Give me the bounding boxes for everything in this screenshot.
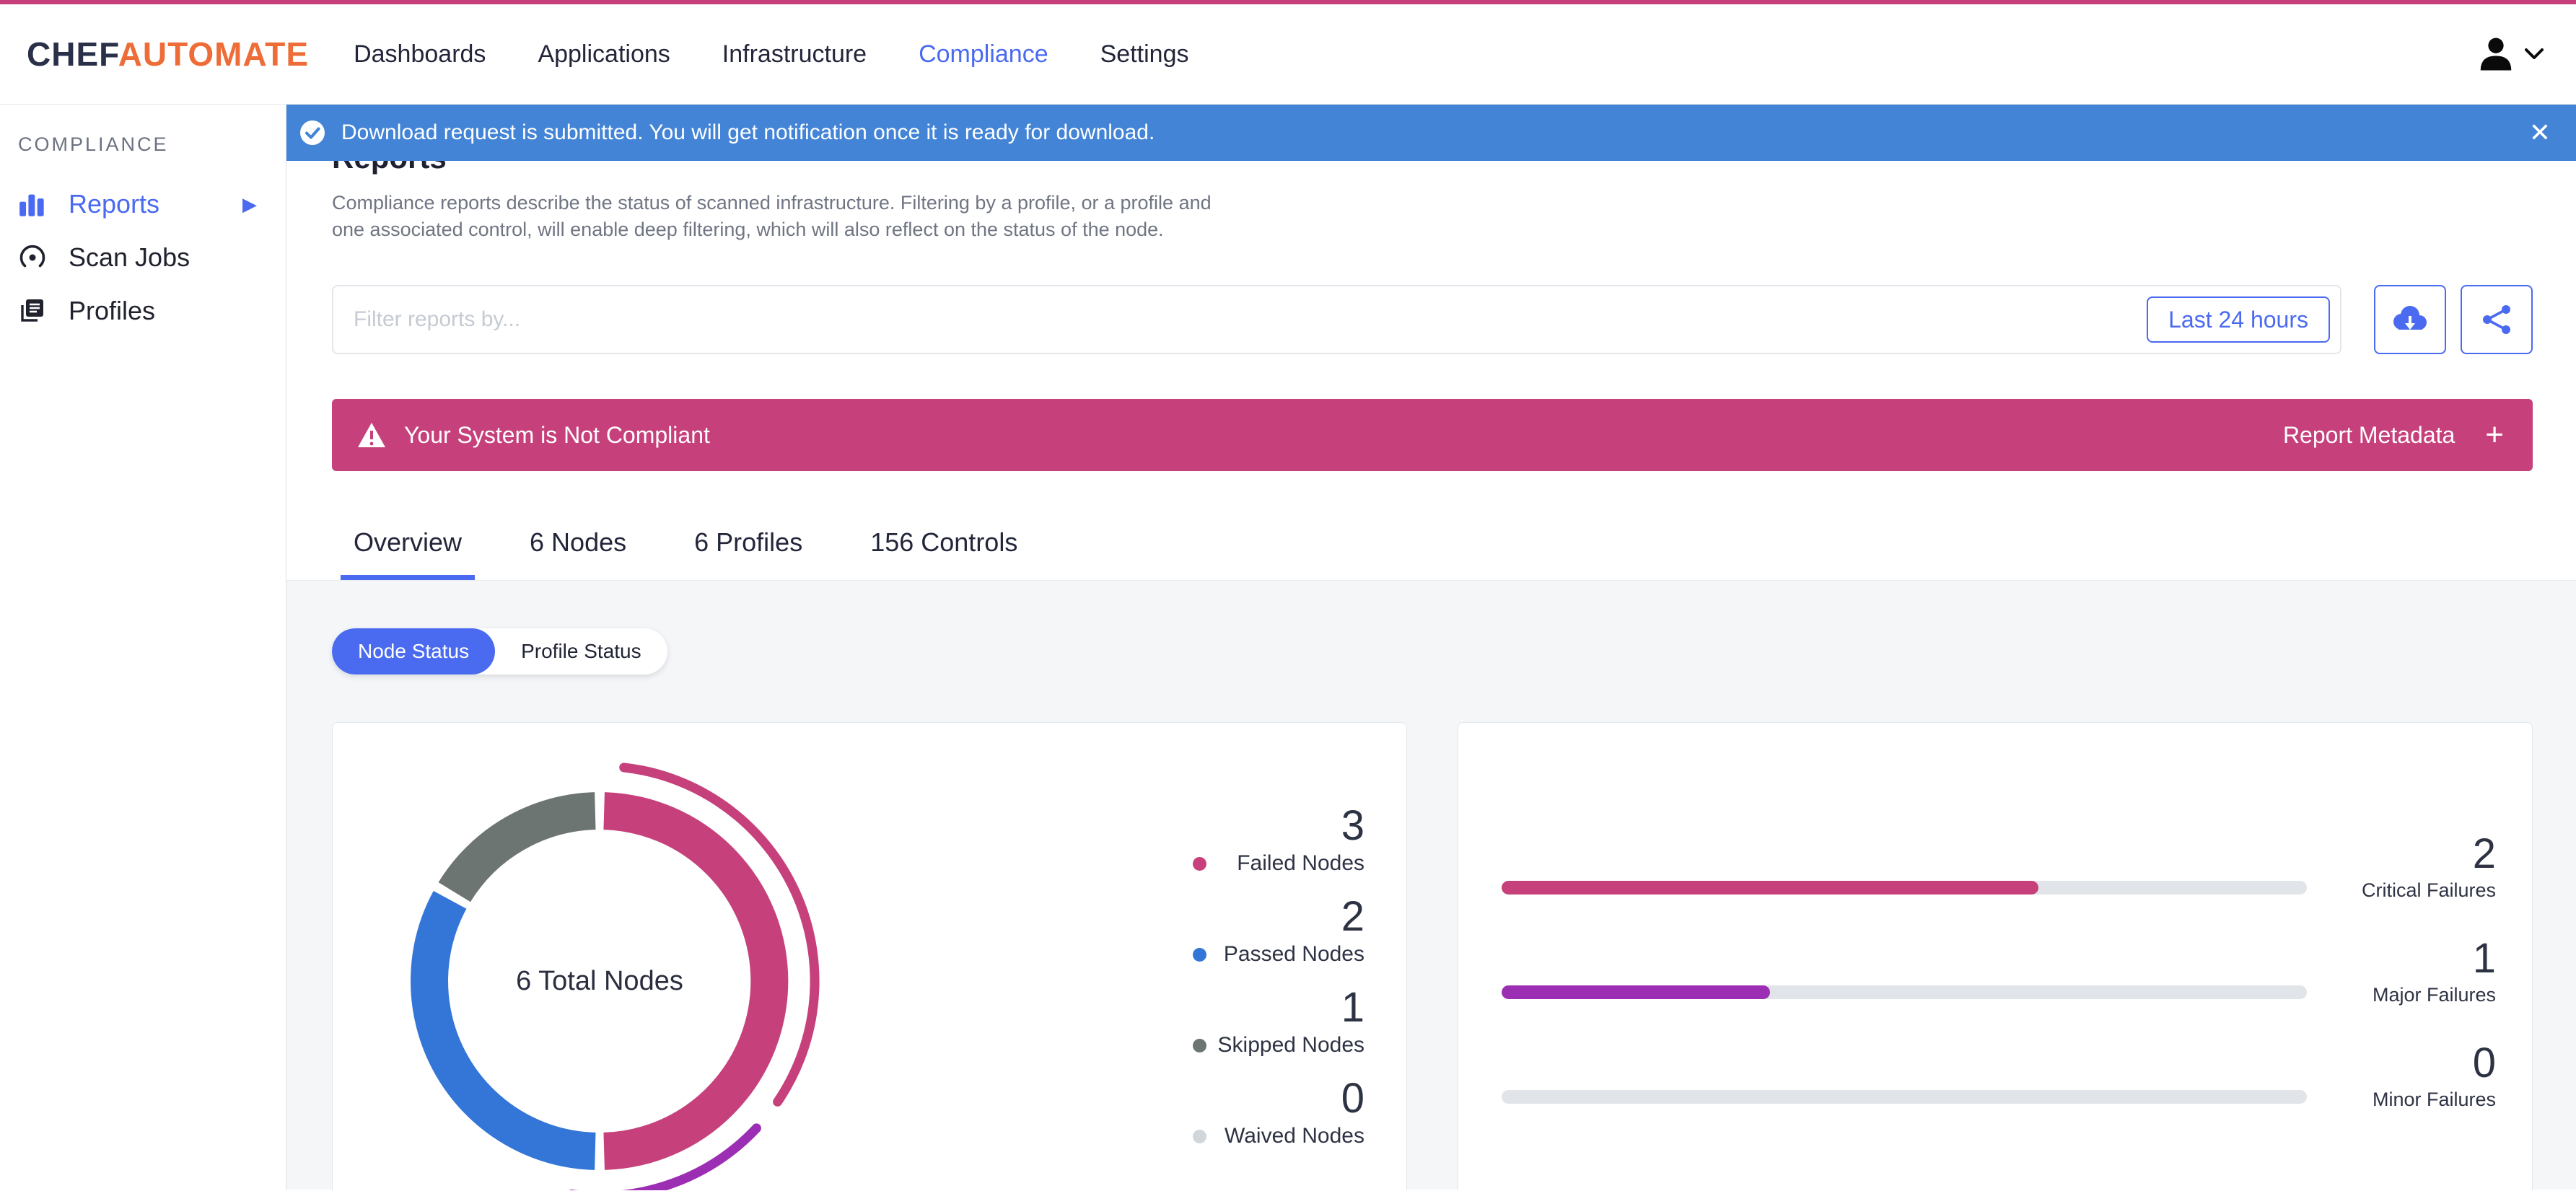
- not-compliant-text: Your System is Not Compliant: [404, 421, 710, 448]
- nav-compliance[interactable]: Compliance: [919, 40, 1048, 69]
- cloud-download-icon: [2393, 306, 2427, 330]
- bar-value: 1: [2472, 935, 2496, 982]
- legend-item-failed: 3 Failed Nodes: [1193, 804, 1364, 876]
- node-status-donut: 6 Total Nodes: [411, 762, 820, 1190]
- critical-bar-track: [1502, 881, 2307, 895]
- bar-value: 0: [2472, 1040, 2496, 1086]
- bar-fill: [1502, 985, 1770, 999]
- logo-part-chef: CHEF: [27, 35, 118, 73]
- chef-automate-logo[interactable]: CHEFAUTOMATE: [27, 35, 309, 74]
- status-toggle: Node Status Profile Status: [332, 628, 667, 674]
- legend-item-skipped: 1 Skipped Nodes: [1193, 985, 1364, 1058]
- minor-bar-track: [1502, 1090, 2307, 1104]
- user-menu[interactable]: [2477, 35, 2544, 73]
- nav-dashboards[interactable]: Dashboards: [354, 40, 486, 69]
- bar-label: Major Failures: [2372, 984, 2496, 1006]
- legend-label: Failed Nodes: [1237, 851, 1364, 875]
- donut-legend: 3 Failed Nodes 2 Passed Nodes 1 Skipped …: [1193, 804, 1364, 1167]
- skipped-dot-icon: [1193, 1038, 1206, 1052]
- warning-triangle-icon: [358, 423, 385, 447]
- bar-row-critical: 2 Critical Failures: [1502, 831, 2496, 903]
- waived-dot-icon: [1193, 1129, 1206, 1143]
- legend-label: Skipped Nodes: [1217, 1033, 1364, 1057]
- legend-value: 1: [1341, 984, 1364, 1031]
- sidebar-item-label: Reports: [69, 189, 160, 219]
- bar-label: Critical Failures: [2361, 879, 2496, 901]
- radar-icon: [18, 243, 47, 272]
- node-status-card: 6 Total Nodes 3 Failed Nodes 2 Passed No…: [332, 722, 1407, 1190]
- toggle-profile-status[interactable]: Profile Status: [495, 628, 667, 674]
- chevron-down-icon: [2525, 48, 2544, 59]
- overview-panel: Node Status Profile Status 6 Total Nodes…: [286, 580, 2576, 1190]
- tab-nodes[interactable]: 6 Nodes: [517, 527, 639, 580]
- tab-profiles[interactable]: 6 Profiles: [681, 527, 815, 580]
- sidebar-item-profiles[interactable]: Profiles: [0, 284, 286, 338]
- report-metadata-link[interactable]: Report Metadata: [2283, 422, 2455, 449]
- legend-label: Passed Nodes: [1223, 942, 1364, 966]
- legend-value: 3: [1341, 802, 1364, 849]
- severity-card: 2 Critical Failures 1 Major Failures 0 M…: [1458, 722, 2533, 1190]
- tab-overview[interactable]: Overview: [341, 527, 476, 580]
- donut-center-label: 6 Total Nodes: [516, 966, 683, 996]
- major-bar-track: [1502, 985, 2307, 999]
- expand-metadata-icon[interactable]: +: [2485, 419, 2504, 451]
- passed-dot-icon: [1193, 947, 1206, 962]
- legend-value: 0: [1341, 1075, 1364, 1122]
- bar-value: 2: [2472, 830, 2496, 877]
- check-circle-icon: [300, 120, 325, 145]
- legend-value: 2: [1341, 893, 1364, 940]
- sidebar-item-label: Profiles: [69, 296, 156, 325]
- logo-part-automate: AUTOMATE: [118, 35, 310, 73]
- sidebar-section-label: COMPLIANCE: [18, 133, 169, 155]
- legend-label: Waived Nodes: [1225, 1124, 1364, 1148]
- notification-message: Download request is submitted. You will …: [341, 120, 1155, 144]
- expand-arrow-icon[interactable]: ▶: [242, 193, 257, 216]
- filter-input-container: Last 24 hours: [332, 285, 2341, 354]
- page-description: Compliance reports describe the status o…: [332, 192, 1212, 240]
- close-icon[interactable]: ✕: [2529, 120, 2551, 146]
- bar-chart-icon: [18, 191, 47, 217]
- tab-controls[interactable]: 156 Controls: [857, 527, 1030, 580]
- compliance-sidebar: COMPLIANCE Reports ▶ Scan Jobs Profiles: [0, 105, 286, 1190]
- nav-applications[interactable]: Applications: [538, 40, 670, 69]
- not-compliant-banner: Your System is Not Compliant Report Meta…: [332, 399, 2533, 471]
- filter-reports-input[interactable]: [333, 286, 1538, 353]
- sidebar-item-scan-jobs[interactable]: Scan Jobs: [0, 231, 286, 284]
- report-tabs: Overview 6 Nodes 6 Profiles 156 Controls: [332, 527, 2533, 580]
- main-content: Download request is submitted. You will …: [286, 105, 2576, 1190]
- download-report-button[interactable]: [2374, 285, 2446, 354]
- main-nav: Dashboards Applications Infrastructure C…: [354, 40, 1188, 69]
- legend-item-waived: 0 Waived Nodes: [1193, 1076, 1364, 1148]
- download-notification-banner: Download request is submitted. You will …: [286, 105, 2576, 161]
- failed-dot-icon: [1193, 856, 1206, 871]
- toggle-node-status[interactable]: Node Status: [332, 628, 496, 674]
- profiles-icon: [18, 297, 47, 325]
- bar-row-minor: 0 Minor Failures: [1502, 1040, 2496, 1112]
- app-header: CHEFAUTOMATE Dashboards Applications Inf…: [0, 4, 2576, 105]
- nav-settings[interactable]: Settings: [1100, 40, 1189, 69]
- legend-item-passed: 2 Passed Nodes: [1193, 895, 1364, 967]
- person-icon: [2480, 38, 2512, 71]
- sidebar-item-label: Scan Jobs: [69, 242, 190, 272]
- sidebar-item-reports[interactable]: Reports ▶: [0, 177, 286, 231]
- bar-label: Minor Failures: [2372, 1089, 2496, 1110]
- nav-infrastructure[interactable]: Infrastructure: [722, 40, 867, 69]
- share-report-button[interactable]: [2461, 285, 2533, 354]
- filter-toolbar: Last 24 hours: [332, 285, 2533, 354]
- bar-row-major: 1 Major Failures: [1502, 936, 2496, 1008]
- bar-fill: [1502, 881, 2038, 895]
- share-icon: [2483, 305, 2510, 334]
- time-range-button[interactable]: Last 24 hours: [2147, 296, 2330, 343]
